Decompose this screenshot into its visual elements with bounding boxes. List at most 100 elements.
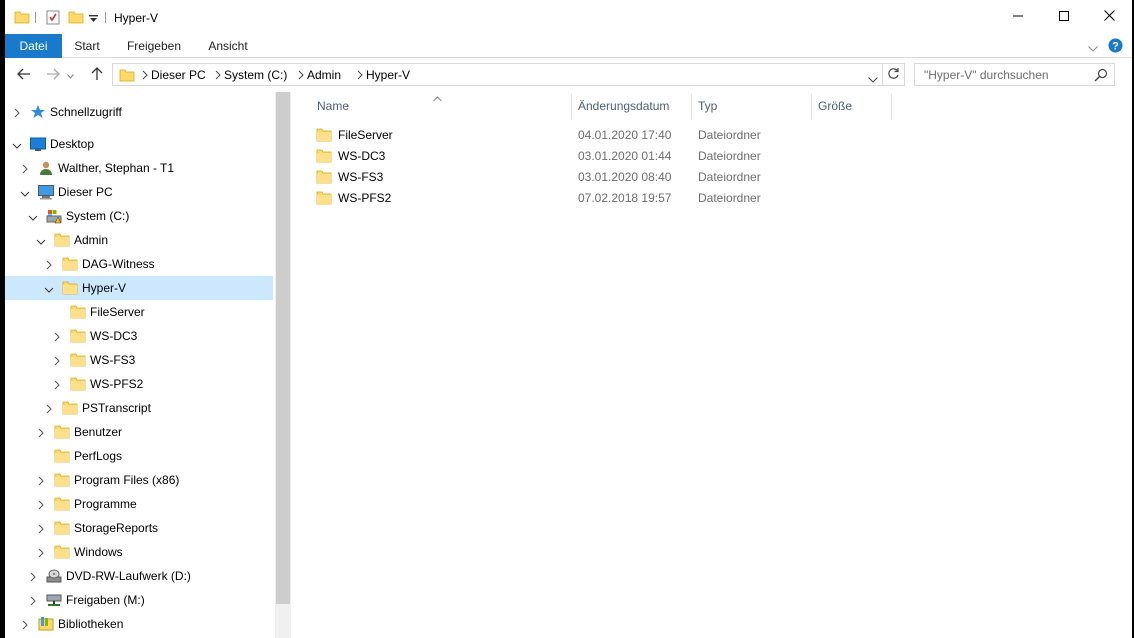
tree-item-label: FileServer bbox=[90, 305, 145, 319]
tree-item[interactable]: Walther, Stephan - T1 bbox=[5, 156, 273, 180]
column-header-type[interactable]: Typ bbox=[693, 92, 809, 120]
tree-item[interactable]: Programme bbox=[5, 492, 273, 516]
new-folder-icon[interactable] bbox=[68, 9, 84, 28]
chevron-down-icon[interactable] bbox=[44, 283, 54, 297]
file-name: WS-DC3 bbox=[338, 149, 386, 163]
file-name: WS-PFS2 bbox=[338, 191, 392, 205]
close-button[interactable] bbox=[1086, 0, 1132, 34]
chevron-right-icon[interactable] bbox=[141, 68, 149, 85]
ribbon-tabs: Datei Start Freigeben Ansicht ? bbox=[5, 34, 1132, 58]
chevron-right-icon[interactable] bbox=[45, 259, 53, 273]
tree-item[interactable]: Admin bbox=[5, 228, 273, 252]
column-divider[interactable] bbox=[891, 94, 892, 120]
tab-datei[interactable]: Datei bbox=[5, 34, 62, 58]
address-bar[interactable]: Dieser PC System (C:) Admin Hyper-V bbox=[112, 63, 883, 86]
breadcrumb-admin[interactable]: Admin bbox=[307, 68, 341, 82]
tree-item[interactable]: System (C:) bbox=[5, 204, 273, 228]
minimize-button[interactable] bbox=[995, 0, 1041, 34]
file-row[interactable]: WS-DC3 03.01.2020 01:44 Dateiordner bbox=[311, 145, 871, 166]
tree-item[interactable]: PSTranscript bbox=[5, 396, 273, 420]
tree-item[interactable]: WS-PFS2 bbox=[5, 372, 273, 396]
tab-freigeben[interactable]: Freigeben bbox=[123, 34, 185, 58]
chevron-right-icon[interactable] bbox=[29, 595, 37, 609]
tree-item[interactable]: Bibliotheken bbox=[5, 612, 273, 636]
chevron-right-icon[interactable] bbox=[356, 68, 364, 85]
chevron-right-icon[interactable] bbox=[21, 163, 29, 177]
navigation-pane: Schnellzugriff Desktop Walther, Stephan - … bbox=[5, 92, 275, 638]
chevron-right-icon[interactable] bbox=[53, 331, 61, 345]
tree-item[interactable]: Dieser PC bbox=[5, 180, 273, 204]
chevron-right-icon[interactable] bbox=[297, 68, 305, 85]
tree-item[interactable]: Freigaben (M:) bbox=[5, 588, 273, 612]
chevron-right-icon[interactable] bbox=[37, 523, 45, 537]
column-divider[interactable] bbox=[811, 94, 812, 120]
tab-start[interactable]: Start bbox=[69, 34, 105, 58]
tree-item[interactable]: WS-DC3 bbox=[5, 324, 273, 348]
chevron-right-icon[interactable] bbox=[29, 571, 37, 585]
tree-item[interactable]: Hyper-V bbox=[5, 276, 273, 300]
file-row[interactable]: FileServer 04.01.2020 17:40 Dateiordner bbox=[311, 124, 871, 145]
tree-item[interactable]: DVD-RW-Laufwerk (D:) bbox=[5, 564, 273, 588]
chevron-down-icon[interactable] bbox=[28, 211, 38, 225]
refresh-icon bbox=[887, 67, 900, 83]
tree-item[interactable]: Schnellzugriff bbox=[5, 100, 273, 124]
tree-item[interactable]: StorageReports bbox=[5, 516, 273, 540]
navigation-scrollbar[interactable] bbox=[275, 92, 291, 638]
folder-icon bbox=[62, 400, 78, 419]
tree-item[interactable]: Windows bbox=[5, 540, 273, 564]
chevron-down-icon[interactable] bbox=[20, 187, 30, 201]
column-divider[interactable] bbox=[691, 94, 692, 120]
desktop-icon bbox=[30, 136, 46, 155]
chevron-down-icon[interactable] bbox=[12, 139, 22, 153]
chevron-right-icon[interactable] bbox=[13, 107, 21, 121]
back-button[interactable] bbox=[14, 66, 34, 84]
folder-icon bbox=[62, 256, 78, 275]
column-header-name[interactable]: Name bbox=[311, 92, 567, 120]
column-header-size[interactable]: Größe bbox=[813, 92, 891, 120]
search-input[interactable]: "Hyper-V" durchsuchen bbox=[914, 63, 1115, 86]
column-divider[interactable] bbox=[571, 94, 572, 120]
chevron-right-icon[interactable] bbox=[37, 427, 45, 441]
recent-locations-button[interactable] bbox=[65, 66, 75, 84]
chevron-right-icon[interactable] bbox=[53, 379, 61, 393]
refresh-button[interactable] bbox=[882, 63, 905, 86]
chevron-right-icon[interactable] bbox=[37, 547, 45, 561]
dvd-icon bbox=[46, 568, 62, 587]
breadcrumb-dieser-pc[interactable]: Dieser PC bbox=[151, 68, 206, 82]
expand-ribbon-icon[interactable] bbox=[1088, 41, 1098, 55]
customize-toolbar-icon[interactable] bbox=[89, 13, 98, 27]
file-row[interactable]: WS-PFS2 07.02.2018 19:57 Dateiordner bbox=[311, 187, 871, 208]
chevron-down-icon[interactable] bbox=[868, 72, 878, 86]
chevron-right-icon[interactable] bbox=[37, 475, 45, 489]
tree-item[interactable]: PerfLogs bbox=[5, 444, 273, 468]
forward-button[interactable] bbox=[43, 66, 63, 84]
column-header-date[interactable]: Änderungsdatum bbox=[573, 92, 689, 120]
help-icon[interactable]: ? bbox=[1108, 38, 1123, 56]
scrollbar-thumb[interactable] bbox=[276, 92, 290, 604]
chevron-down-icon[interactable] bbox=[36, 235, 46, 249]
breadcrumb-hyper-v[interactable]: Hyper-V bbox=[366, 68, 410, 82]
breadcrumb-system-c[interactable]: System (C:) bbox=[224, 68, 287, 82]
divider bbox=[105, 12, 106, 23]
tree-item[interactable]: Benutzer bbox=[5, 420, 273, 444]
chevron-right-icon[interactable] bbox=[214, 68, 222, 85]
tab-ansicht[interactable]: Ansicht bbox=[204, 34, 252, 58]
file-row[interactable]: WS-FS3 03.01.2020 08:40 Dateiordner bbox=[311, 166, 871, 187]
chevron-right-icon[interactable] bbox=[21, 619, 29, 633]
tree-item-label: PerfLogs bbox=[74, 449, 123, 463]
chevron-right-icon[interactable] bbox=[37, 499, 45, 513]
tree-item[interactable]: DAG-Witness bbox=[5, 252, 273, 276]
tree-item[interactable]: FileServer bbox=[5, 300, 273, 324]
properties-icon[interactable] bbox=[45, 9, 61, 28]
maximize-button[interactable] bbox=[1041, 0, 1087, 34]
tree-item[interactable]: WS-FS3 bbox=[5, 348, 273, 372]
tree-item[interactable]: Desktop bbox=[5, 132, 273, 156]
chevron-right-icon[interactable] bbox=[45, 403, 53, 417]
file-type: Dateiordner bbox=[698, 170, 761, 184]
folder-icon bbox=[70, 304, 86, 323]
tree-item-label: DVD-RW-Laufwerk (D:) bbox=[66, 569, 191, 583]
up-button[interactable] bbox=[87, 66, 107, 84]
file-list: Name Änderungsdatum Typ Größe FileServer… bbox=[293, 92, 1132, 638]
chevron-right-icon[interactable] bbox=[53, 355, 61, 369]
tree-item[interactable]: Program Files (x86) bbox=[5, 468, 273, 492]
